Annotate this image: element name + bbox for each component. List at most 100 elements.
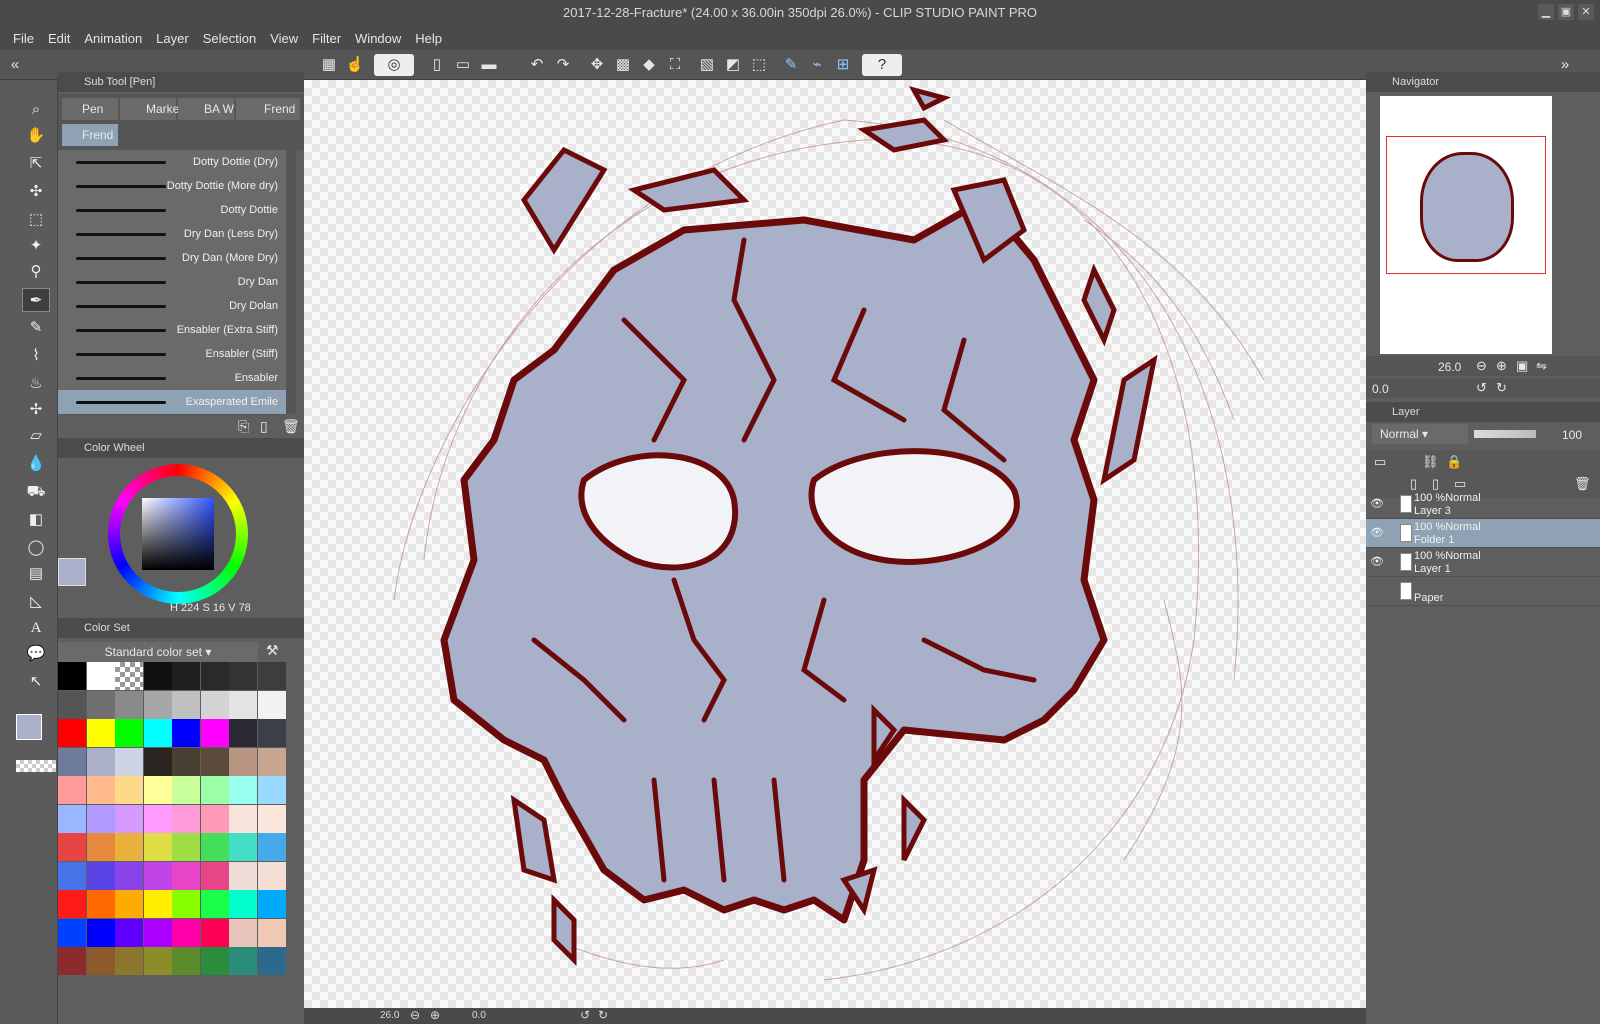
color-swatch[interactable] xyxy=(86,890,115,918)
color-swatch[interactable] xyxy=(86,747,115,776)
blend-tool-icon[interactable]: 💧 xyxy=(22,452,50,476)
clip-studio-icon[interactable]: ◎ xyxy=(374,54,414,76)
color-swatch[interactable] xyxy=(229,690,257,719)
airbrush-tool-icon[interactable]: ♨ xyxy=(22,372,50,396)
saturation-value-square[interactable] xyxy=(142,498,214,570)
color-swatch[interactable] xyxy=(86,947,115,975)
color-swatch[interactable] xyxy=(200,690,229,719)
color-swatch[interactable] xyxy=(200,719,229,747)
color-swatch[interactable] xyxy=(143,719,172,747)
opacity-slider[interactable] xyxy=(1474,430,1536,438)
zoom-out-icon[interactable]: ⊖ xyxy=(410,1008,420,1022)
cut-icon[interactable]: ▩ xyxy=(612,54,634,76)
color-swatch[interactable] xyxy=(86,918,115,947)
color-swatch[interactable] xyxy=(257,833,286,861)
tab-frend-active[interactable]: Frend xyxy=(62,124,118,146)
color-swatch[interactable] xyxy=(86,833,115,861)
tab-marker[interactable]: Marke xyxy=(120,98,179,120)
color-swatch[interactable] xyxy=(229,861,257,890)
close-button[interactable]: ✕ xyxy=(1578,4,1594,20)
brush-item[interactable]: Dry Dan (Less Dry) xyxy=(58,222,286,247)
color-swatch[interactable] xyxy=(86,719,115,747)
brush-item[interactable]: Ensabler (Extra Stiff) xyxy=(58,318,286,343)
ruler-tool-icon[interactable]: ◺ xyxy=(22,590,50,614)
color-swatch[interactable] xyxy=(172,918,200,947)
lock-layer-icon[interactable]: 🔒 xyxy=(1446,454,1462,470)
color-swatch[interactable] xyxy=(257,690,286,719)
grid-snap-icon[interactable]: ⊞ xyxy=(832,54,854,76)
color-swatch[interactable] xyxy=(200,890,229,918)
nav-zoom-in-icon[interactable]: ⊕ xyxy=(1496,358,1507,374)
color-swatch[interactable] xyxy=(200,861,229,890)
color-swatch[interactable] xyxy=(115,918,143,947)
color-swatch[interactable] xyxy=(229,804,257,833)
color-swatch[interactable] xyxy=(172,833,200,861)
color-swatch[interactable] xyxy=(143,833,172,861)
gradient-tool-icon[interactable]: ◧ xyxy=(22,508,50,532)
color-swatch[interactable] xyxy=(58,690,86,719)
layer-row[interactable]: Paper xyxy=(1366,577,1600,606)
color-swatch[interactable] xyxy=(58,890,86,918)
undo-icon[interactable]: ↶ xyxy=(526,54,548,76)
color-swatch[interactable] xyxy=(115,690,143,719)
transform-icon[interactable]: ⛶ xyxy=(664,54,686,76)
layer-color-icon[interactable]: ▭ xyxy=(1374,454,1386,470)
operation-tool-icon[interactable]: ⇱ xyxy=(22,152,50,176)
color-swatch[interactable] xyxy=(115,804,143,833)
nav-zoom-out-icon[interactable]: ⊖ xyxy=(1476,358,1487,374)
color-swatch[interactable] xyxy=(143,662,172,690)
decoration-tool-icon[interactable]: ✢ xyxy=(22,398,50,422)
new-file-icon[interactable]: ▯ xyxy=(426,54,448,76)
rotate-right-icon[interactable]: ↻ xyxy=(598,1008,608,1022)
brush-item[interactable]: Ensabler (Stiff) xyxy=(58,342,286,367)
fill-tool-icon[interactable]: ⛟ xyxy=(22,480,50,504)
blend-mode-select[interactable]: Normal ▾ xyxy=(1372,424,1468,444)
navigator-preview[interactable] xyxy=(1380,96,1552,354)
delete-subtool-icon[interactable]: 🗑 xyxy=(282,418,300,435)
color-swatch[interactable] xyxy=(229,747,257,776)
color-swatch[interactable] xyxy=(257,890,286,918)
tab-pen[interactable]: Pen xyxy=(62,98,118,120)
ruler-snap-icon[interactable]: ✎ xyxy=(780,54,802,76)
color-swatch[interactable] xyxy=(58,662,86,690)
color-swatch[interactable] xyxy=(86,804,115,833)
drawing-canvas[interactable] xyxy=(304,80,1366,1008)
color-swatch[interactable] xyxy=(229,776,257,804)
menu-window[interactable]: Window xyxy=(348,31,408,46)
navigator-angle-slider[interactable]: 0.0 ↺ ↻ xyxy=(1366,378,1600,398)
color-swatch[interactable] xyxy=(115,833,143,861)
color-swatch[interactable] xyxy=(115,747,143,776)
brush-item[interactable]: Dotty Dottie (Dry) xyxy=(58,150,286,175)
color-set-settings-icon[interactable]: ⚒ xyxy=(266,642,279,659)
color-swatch[interactable] xyxy=(58,719,86,747)
transparent-color-swatch[interactable] xyxy=(16,760,56,772)
eraser-tool-icon[interactable]: ▱ xyxy=(22,424,50,448)
flip-h-icon[interactable]: ⇋ xyxy=(1536,358,1547,374)
color-swatch[interactable] xyxy=(115,890,143,918)
color-swatch[interactable] xyxy=(58,918,86,947)
menu-animation[interactable]: Animation xyxy=(77,31,149,46)
color-swatch[interactable] xyxy=(86,861,115,890)
color-swatch[interactable] xyxy=(115,662,143,690)
color-swatch[interactable] xyxy=(229,918,257,947)
hand-icon[interactable]: ☝ xyxy=(344,54,366,76)
color-swatch[interactable] xyxy=(58,861,86,890)
menu-filter[interactable]: Filter xyxy=(305,31,348,46)
layer-row[interactable]: 👁 100 %Normal Layer 1 xyxy=(1366,548,1600,577)
brush-list-scrollbar[interactable] xyxy=(286,150,296,414)
brush-tool-icon[interactable]: ⌇ xyxy=(22,344,50,368)
menu-layer[interactable]: Layer xyxy=(149,31,196,46)
color-swatch[interactable] xyxy=(257,947,286,975)
color-swatch[interactable] xyxy=(200,747,229,776)
color-swatch[interactable] xyxy=(143,861,172,890)
color-set-dropdown[interactable]: Standard color set ▾ xyxy=(58,642,258,662)
open-folder-icon[interactable]: ▭ xyxy=(452,54,474,76)
zoom-tool-icon[interactable]: ⌕ xyxy=(22,98,50,122)
brush-item[interactable]: Dry Dan xyxy=(58,270,286,295)
menu-view[interactable]: View xyxy=(263,31,305,46)
color-swatch[interactable] xyxy=(200,833,229,861)
collapse-left-icon[interactable]: « xyxy=(4,54,26,76)
color-swatch[interactable] xyxy=(115,947,143,975)
color-swatch[interactable] xyxy=(172,947,200,975)
color-swatch[interactable] xyxy=(58,747,86,776)
